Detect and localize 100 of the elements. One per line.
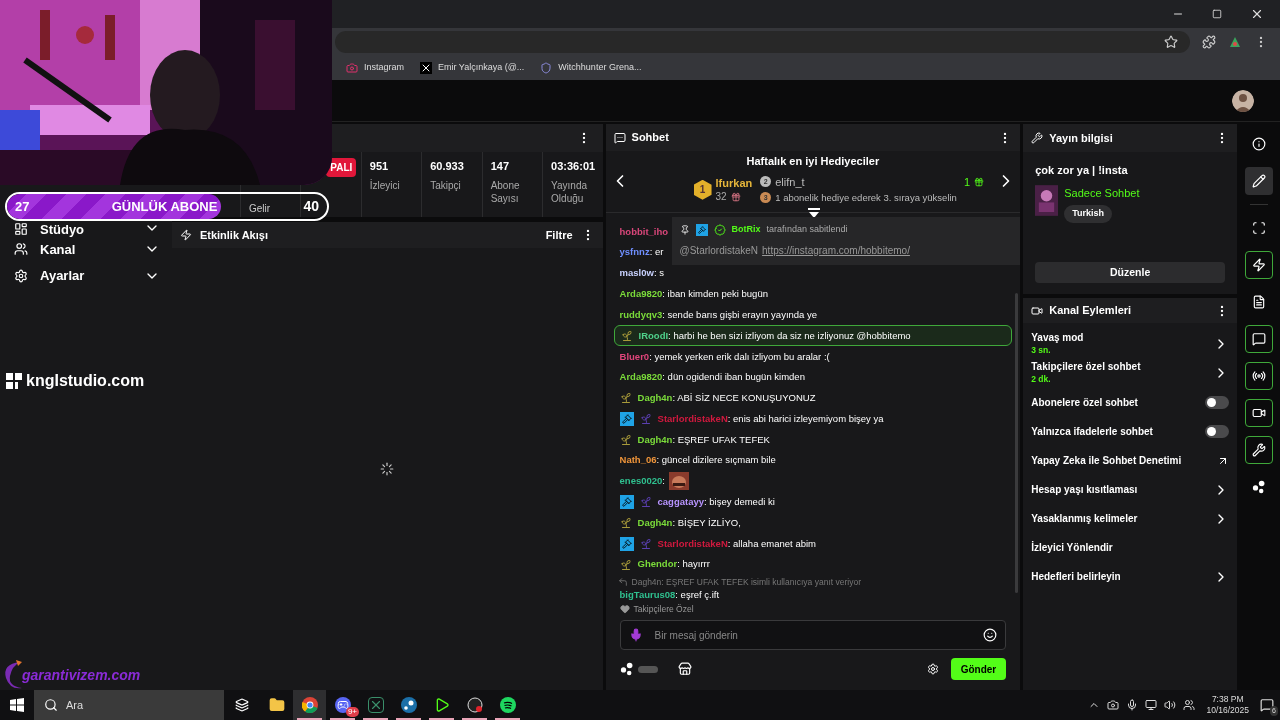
taskbar-app[interactable] <box>293 690 326 720</box>
chat-message: ysfnnz: er <box>619 245 664 260</box>
task-view-icon[interactable] <box>235 698 249 712</box>
address-field[interactable] <box>335 30 1190 53</box>
settings-icon[interactable] <box>926 663 939 675</box>
hammer-badge-icon <box>695 224 708 236</box>
bookmark-star-icon[interactable] <box>1164 34 1178 49</box>
wrench-icon <box>1251 443 1266 457</box>
filter-button[interactable]: Filtre <box>545 226 573 244</box>
chat-message: StarlordistakeN: allaha emanet abim <box>657 536 816 551</box>
scan-icon <box>1251 221 1266 235</box>
store-icon[interactable] <box>677 662 692 676</box>
folder-icon <box>268 697 285 713</box>
action-value: 2 dk. <box>1031 373 1052 386</box>
action-row[interactable]: Abonelere özel sohbet <box>1031 388 1230 417</box>
leaderboard-title: Haftalık en iyi Hediyeciler <box>746 154 880 170</box>
stat-label: Abone Sayısı <box>490 178 521 205</box>
gift-icon <box>730 191 741 202</box>
studio-icon <box>14 222 28 236</box>
extensions-icon[interactable] <box>1202 34 1216 49</box>
pinned-by: BotRix <box>731 223 761 237</box>
panel-title: Yayın bilgisi <box>1049 130 1114 146</box>
gift-count: 32 <box>715 189 727 204</box>
taskbar-search-field[interactable]: Ara <box>34 690 224 720</box>
bits-icon <box>1251 480 1266 494</box>
chat-message: ruddyqv3: sende barıs gişbi erayın yayında ye <box>619 307 818 322</box>
chat-message: Bluer0: yemek yerken erik dalı izliyom bu aralar :( <box>619 349 830 364</box>
broadcast-icon <box>1251 369 1266 383</box>
emoji-icon[interactable] <box>983 628 998 642</box>
camera-icon[interactable] <box>1107 699 1120 711</box>
chat-message: Dagh4n: BİŞEY İZLİYO, <box>637 515 741 530</box>
rail-button[interactable] <box>1244 362 1273 390</box>
x-box-icon <box>367 697 384 713</box>
toggle-switch[interactable] <box>1205 396 1230 409</box>
clock[interactable]: 7:38 PM 10/16/2025 <box>1202 694 1253 716</box>
notifications-icon[interactable] <box>1260 698 1274 712</box>
stat-label: Gelir <box>248 202 271 215</box>
avatar[interactable] <box>1232 89 1254 112</box>
bolt-icon <box>179 229 192 241</box>
rail-button[interactable] <box>1244 251 1273 279</box>
search-icon <box>44 698 58 712</box>
action-row[interactable]: Yalnızca ifadelerle sohbet <box>1031 417 1230 446</box>
send-button[interactable]: Gönder <box>950 658 1007 680</box>
stat-label: İzleyici <box>369 178 401 192</box>
category-link[interactable]: Sadece Sohbet <box>1064 184 1140 201</box>
sidebar-item[interactable]: Ayarlar <box>14 262 160 289</box>
bolt-icon <box>1251 258 1266 272</box>
chat-message: bigTaurus08: eşref ç.ift <box>619 587 720 602</box>
action-row[interactable]: Takipçilere özel sohbet 2 dk. <box>1031 358 1230 388</box>
rail-button[interactable] <box>1244 325 1273 353</box>
chat-message: Ghendor: hayırrr <box>637 557 710 572</box>
panel-title: Etkinlik Akışı <box>199 227 269 243</box>
toggle-switch[interactable] <box>1205 425 1230 438</box>
start-icon[interactable] <box>10 698 24 712</box>
search-input[interactable]: Ara <box>66 696 214 714</box>
action-row[interactable]: Yavaş mod 3 sn. <box>1031 329 1230 359</box>
heart-icon <box>619 604 630 614</box>
camera-icon <box>1031 304 1044 317</box>
reply-context: Dagh4n: EŞREF UFAK TEFEK isimli kullanıcıya yanıt veriyor <box>631 575 861 589</box>
volume-icon[interactable] <box>1164 699 1177 711</box>
rail-button[interactable] <box>1244 167 1273 195</box>
maximize-icon[interactable] <box>1212 9 1222 19</box>
people-icon[interactable] <box>1183 699 1196 711</box>
brand-overlay-text: kngIstudio.com <box>26 371 145 391</box>
bits-toggle[interactable] <box>637 665 658 673</box>
pinned-link[interactable]: https://instagram.com/hobbitemo/ <box>762 242 910 258</box>
rail-button[interactable] <box>1244 399 1273 427</box>
action-label: Yasaklanmış kelimeler <box>1031 512 1139 525</box>
chat-message: StarlordistakeN: enis abi harici izleyemiyom bişey ya <box>657 411 884 426</box>
taskbar-app[interactable]: 9+ <box>326 690 359 720</box>
panel-title: Sohbet <box>631 130 670 146</box>
document-icon <box>1251 295 1266 309</box>
action-row[interactable]: İzleyici Yönlendir <box>1031 533 1230 562</box>
chat-icon <box>1251 332 1266 346</box>
close-icon[interactable] <box>1250 7 1264 21</box>
edit-button[interactable]: Düzenle <box>1035 262 1226 283</box>
camera-icon <box>1251 406 1266 420</box>
message-composer[interactable]: Bir mesaj gönderin <box>619 620 1007 650</box>
mic-icon[interactable] <box>1126 699 1139 711</box>
action-label: Yapay Zeka ile Sohbet Denetimi <box>1031 454 1183 467</box>
pinned-mention: @StarlordistakeN <box>679 243 759 258</box>
action-row[interactable]: Yasaklanmış kelimeler <box>1031 504 1230 533</box>
rail-button[interactable] <box>1244 436 1273 464</box>
bookmark[interactable]: Witchhunter Grena... <box>540 60 642 75</box>
action-row[interactable]: Yapay Zeka ile Sohbet Denetimi <box>1031 446 1230 475</box>
network-icon[interactable] <box>1145 699 1158 711</box>
action-row[interactable]: Hesap yaşı kısıtlaması <box>1031 475 1230 504</box>
action-row[interactable]: Hedefleri belirleyin <box>1031 562 1230 591</box>
notification-badge: 9+ <box>345 707 359 717</box>
collapse-icon[interactable] <box>807 208 820 219</box>
chat-message: Nath_06: güncel dizilere sıçmam bile <box>619 453 776 468</box>
action-label: Hesap yaşı kısıtlaması <box>1031 483 1139 496</box>
sidebar-item[interactable]: Stüdyo <box>14 223 160 236</box>
sidebar-item[interactable]: Kanal <box>14 236 160 263</box>
bookmark[interactable]: Emir Yalçınkaya (@... <box>420 60 525 75</box>
stat-value: 951 <box>369 159 390 174</box>
message-input[interactable]: Bir mesaj gönderin <box>654 627 972 643</box>
bookmark[interactable]: Instagram <box>346 60 405 75</box>
reply-icon <box>617 577 628 587</box>
stream-title: çok zor ya | !insta <box>1035 163 1129 178</box>
